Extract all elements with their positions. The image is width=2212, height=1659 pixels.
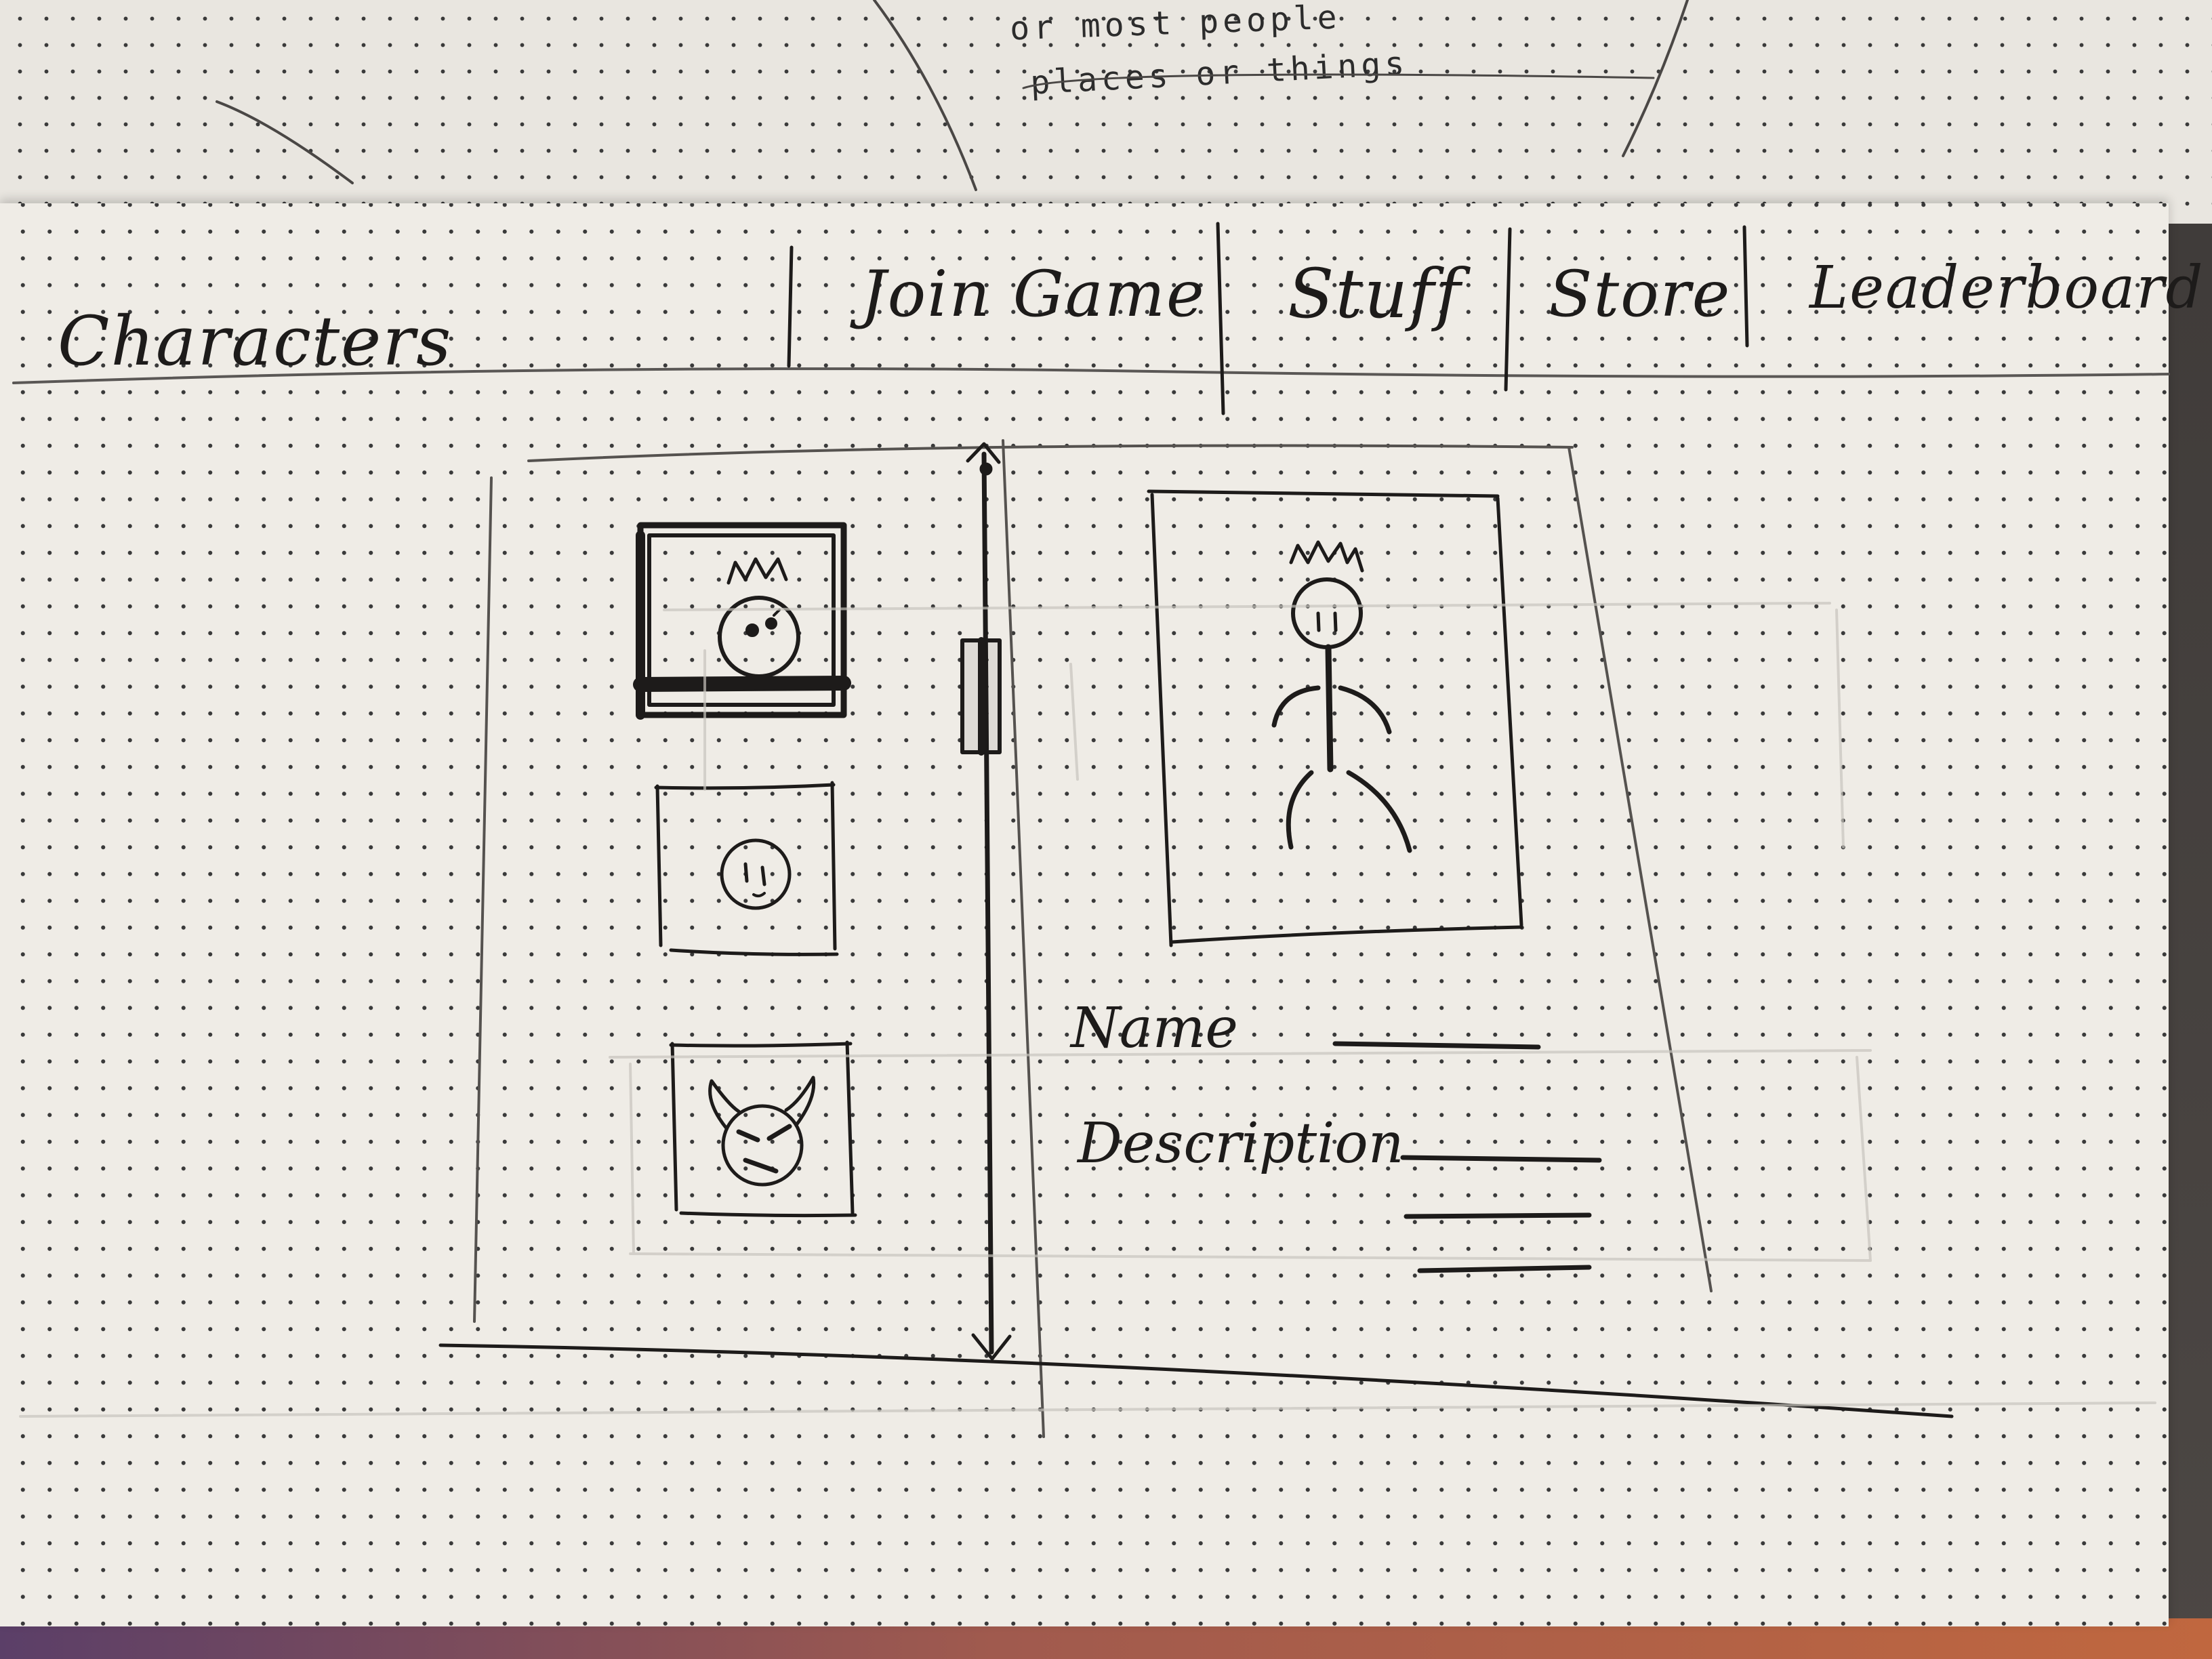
- tab-leaderboard[interactable]: Leaderboard: [1755, 224, 2203, 359]
- tab-leaderboard-label: Leaderboard: [1809, 254, 2205, 322]
- tab-stuff[interactable]: Stuff: [1233, 224, 1504, 359]
- tab-characters-label: Characters: [58, 302, 453, 381]
- tab-join-game[interactable]: Join Game: [806, 224, 1213, 359]
- scrollbar-thumb-handle[interactable]: [959, 637, 1006, 756]
- tab-stuff-label: Stuff: [1288, 254, 1462, 333]
- tab-store[interactable]: Store: [1518, 224, 1742, 359]
- description-field[interactable]: [1396, 1132, 1606, 1281]
- tab-store-label: Store: [1549, 258, 1732, 331]
- scrollbar-track: [981, 451, 994, 1355]
- description-label: Description: [1078, 1111, 1404, 1176]
- tab-join-game-label: Join Game: [861, 258, 1206, 331]
- tab-characters[interactable]: Characters: [41, 271, 779, 407]
- character-list-item-king[interactable]: [640, 525, 844, 715]
- tab-separator: [1504, 227, 1512, 392]
- content-top-border: [527, 444, 1574, 462]
- name-field[interactable]: [1328, 1013, 1545, 1061]
- list-panel-left-border: [473, 476, 493, 1323]
- character-list-item-smiley[interactable]: [656, 785, 836, 954]
- character-list-item-devil[interactable]: [671, 1044, 854, 1216]
- list-panel-right-border: [1002, 439, 1045, 1438]
- scroll-down-button[interactable]: [962, 1325, 1023, 1372]
- tab-separator: [1216, 222, 1225, 415]
- character-portrait: [1147, 489, 1523, 947]
- tab-separator: [787, 245, 794, 368]
- scroll-up-button[interactable]: [956, 441, 1017, 488]
- tab-separator: [1742, 225, 1749, 348]
- name-label: Name: [1071, 996, 1238, 1061]
